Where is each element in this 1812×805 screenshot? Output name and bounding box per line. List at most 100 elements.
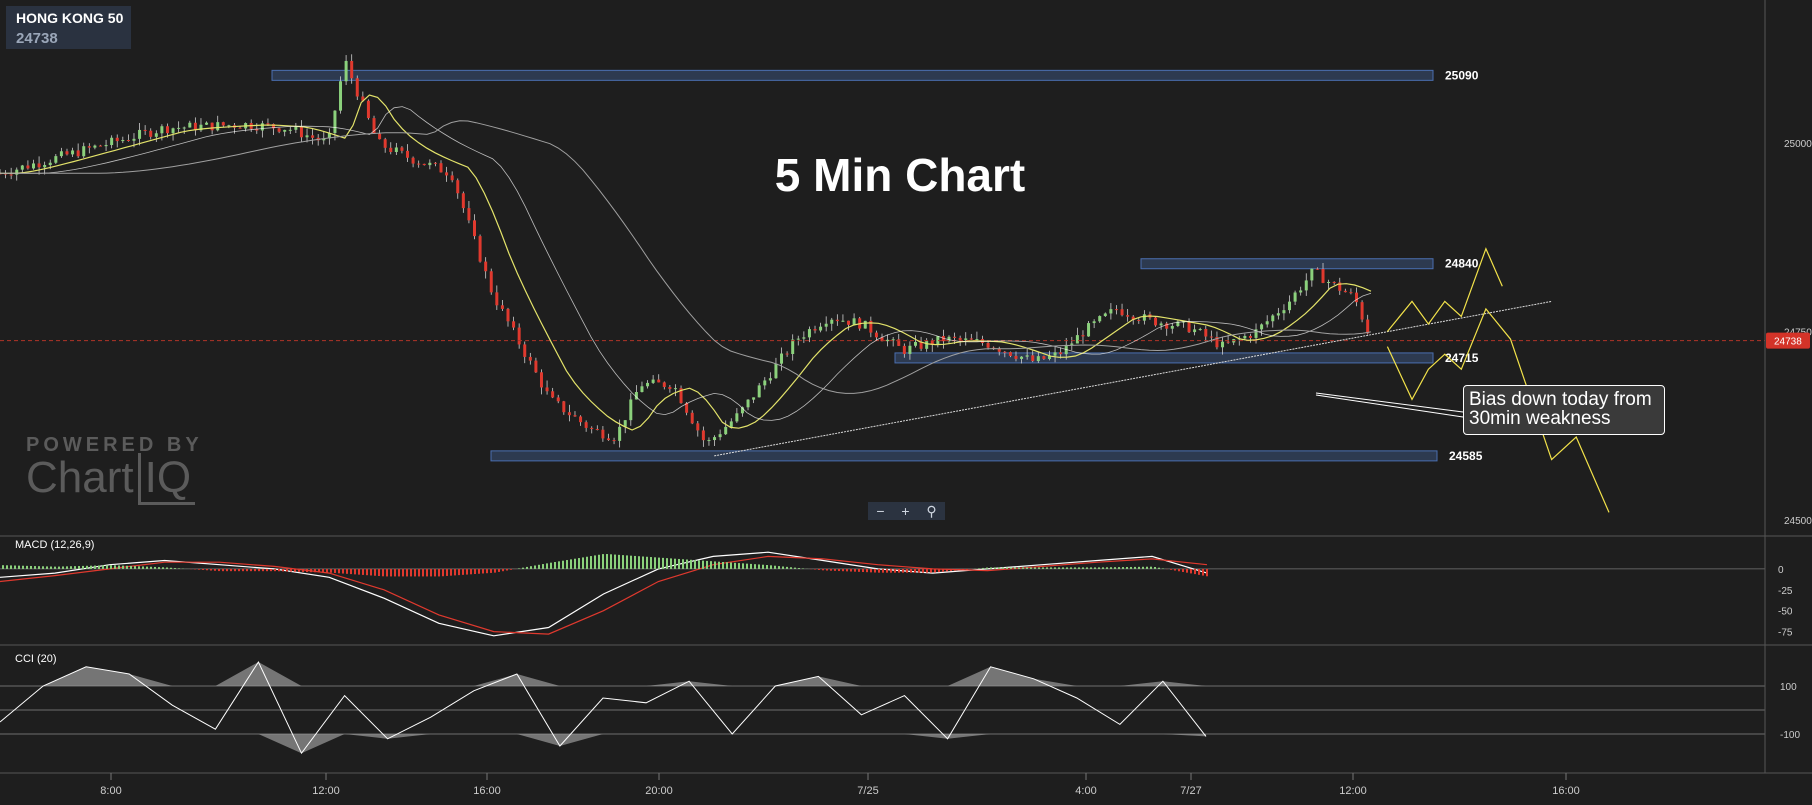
candle-body bbox=[512, 321, 516, 328]
candle-body bbox=[472, 220, 476, 237]
macd-histogram-bar bbox=[754, 564, 756, 569]
macd-histogram-bar bbox=[1062, 567, 1064, 569]
time-tick-label: 16:00 bbox=[473, 785, 501, 797]
candle-body bbox=[556, 397, 560, 402]
macd-histogram-bar bbox=[342, 568, 344, 574]
macd-histogram-bar bbox=[630, 555, 632, 569]
macd-histogram-bar bbox=[998, 567, 1000, 569]
zoom-out-button[interactable]: − bbox=[876, 503, 884, 519]
macd-histogram-bar bbox=[250, 568, 252, 572]
candle-body bbox=[299, 126, 303, 138]
candle-body bbox=[478, 236, 482, 262]
macd-histogram-bar bbox=[1026, 567, 1028, 569]
macd-histogram-bar bbox=[926, 568, 928, 573]
macd-histogram-bar bbox=[1146, 566, 1148, 569]
macd-histogram-bar bbox=[934, 568, 936, 573]
macd-histogram-bar bbox=[1042, 567, 1044, 569]
macd-histogram-bar bbox=[122, 565, 124, 569]
macd-histogram-bar bbox=[1006, 567, 1008, 569]
macd-histogram-bar bbox=[322, 568, 324, 573]
macd-histogram-bar bbox=[418, 568, 420, 577]
candle-body bbox=[216, 122, 220, 131]
macd-histogram-bar bbox=[886, 568, 888, 573]
macd-histogram-bar bbox=[598, 554, 600, 569]
annotation-box: Bias down today from 30min weakness bbox=[1463, 385, 1665, 435]
candle-body bbox=[177, 127, 181, 129]
macd-histogram-bar bbox=[382, 568, 384, 577]
macd-histogram-bar bbox=[650, 557, 652, 569]
candle-body bbox=[925, 340, 929, 349]
candle-body bbox=[205, 122, 209, 125]
candle-body bbox=[333, 110, 337, 134]
candle-body bbox=[847, 320, 851, 325]
macd-histogram-bar bbox=[750, 563, 752, 569]
macd-histogram-bar bbox=[214, 568, 216, 571]
macd-histogram-bar bbox=[114, 565, 116, 569]
candle-body bbox=[852, 318, 856, 325]
macd-histogram-bar bbox=[2, 565, 4, 569]
candle-body bbox=[1248, 335, 1252, 338]
macd-histogram-bar bbox=[910, 568, 912, 573]
candle-body bbox=[986, 342, 990, 348]
macd-histogram-bar bbox=[678, 558, 680, 569]
candle-body bbox=[1349, 292, 1353, 294]
macd-histogram-bar bbox=[882, 568, 884, 573]
macd-histogram-bar bbox=[118, 565, 120, 569]
magnify-icon[interactable]: ⚲ bbox=[926, 503, 936, 520]
macd-histogram-bar bbox=[738, 563, 740, 569]
time-tick-label: 12:00 bbox=[1339, 785, 1367, 797]
candle-body bbox=[366, 100, 370, 119]
candle-body bbox=[188, 122, 192, 128]
time-tick-label: 4:00 bbox=[1075, 785, 1096, 797]
candle-body bbox=[210, 122, 214, 131]
symbol-box[interactable]: HONG KONG 50 24738 bbox=[6, 6, 131, 49]
candle-body bbox=[757, 385, 761, 398]
macd-histogram-bar bbox=[586, 556, 588, 569]
macd-histogram-bar bbox=[846, 568, 848, 572]
macd-histogram-bar bbox=[318, 568, 320, 573]
macd-histogram-bar bbox=[590, 556, 592, 569]
macd-histogram-bar bbox=[894, 568, 896, 573]
macd-histogram-bar bbox=[826, 568, 828, 571]
candle-body bbox=[1170, 325, 1174, 329]
macd-histogram-bar bbox=[618, 554, 620, 569]
chart-title: 5 Min Chart bbox=[774, 149, 1026, 201]
macd-histogram-bar bbox=[434, 568, 436, 577]
macd-histogram-bar bbox=[498, 568, 500, 572]
macd-histogram-bar bbox=[442, 568, 444, 577]
macd-histogram-bar bbox=[1118, 567, 1120, 569]
macd-histogram-bar bbox=[842, 568, 844, 572]
candle-body bbox=[1137, 319, 1141, 321]
candle-body bbox=[1282, 310, 1286, 314]
macd-histogram-bar bbox=[830, 568, 832, 571]
candle-body bbox=[1265, 321, 1269, 325]
macd-histogram-bar bbox=[890, 568, 892, 573]
macd-histogram-bar bbox=[570, 559, 572, 569]
macd-histogram-bar bbox=[950, 568, 952, 572]
macd-histogram-bar bbox=[474, 568, 476, 575]
zoom-in-button[interactable]: + bbox=[901, 503, 909, 519]
macd-histogram-bar bbox=[310, 568, 312, 573]
candle-body bbox=[785, 353, 789, 355]
macd-histogram-bar bbox=[790, 567, 792, 569]
macd-histogram-bar bbox=[6, 565, 8, 569]
level-label-24840: 24840 bbox=[1445, 257, 1479, 271]
macd-histogram-bar bbox=[1190, 568, 1192, 574]
candle-body bbox=[288, 129, 292, 131]
macd-histogram-bar bbox=[658, 557, 660, 569]
macd-histogram-bar bbox=[430, 568, 432, 577]
candle-body bbox=[378, 133, 382, 140]
candle-body bbox=[651, 379, 655, 383]
candle-body bbox=[1126, 315, 1130, 317]
time-tick-label: 7/25 bbox=[857, 785, 878, 797]
candle-body bbox=[121, 140, 125, 142]
macd-histogram-bar bbox=[966, 568, 968, 570]
cci-tick-label: 100 bbox=[1780, 682, 1797, 693]
macd-histogram-bar bbox=[362, 568, 364, 575]
cci-tick-label: -100 bbox=[1780, 730, 1800, 741]
candle-body bbox=[1142, 314, 1146, 321]
macd-histogram-bar bbox=[518, 568, 520, 569]
macd-histogram-bar bbox=[246, 568, 248, 572]
candle-body bbox=[1243, 335, 1247, 339]
macd-histogram-bar bbox=[286, 568, 288, 572]
